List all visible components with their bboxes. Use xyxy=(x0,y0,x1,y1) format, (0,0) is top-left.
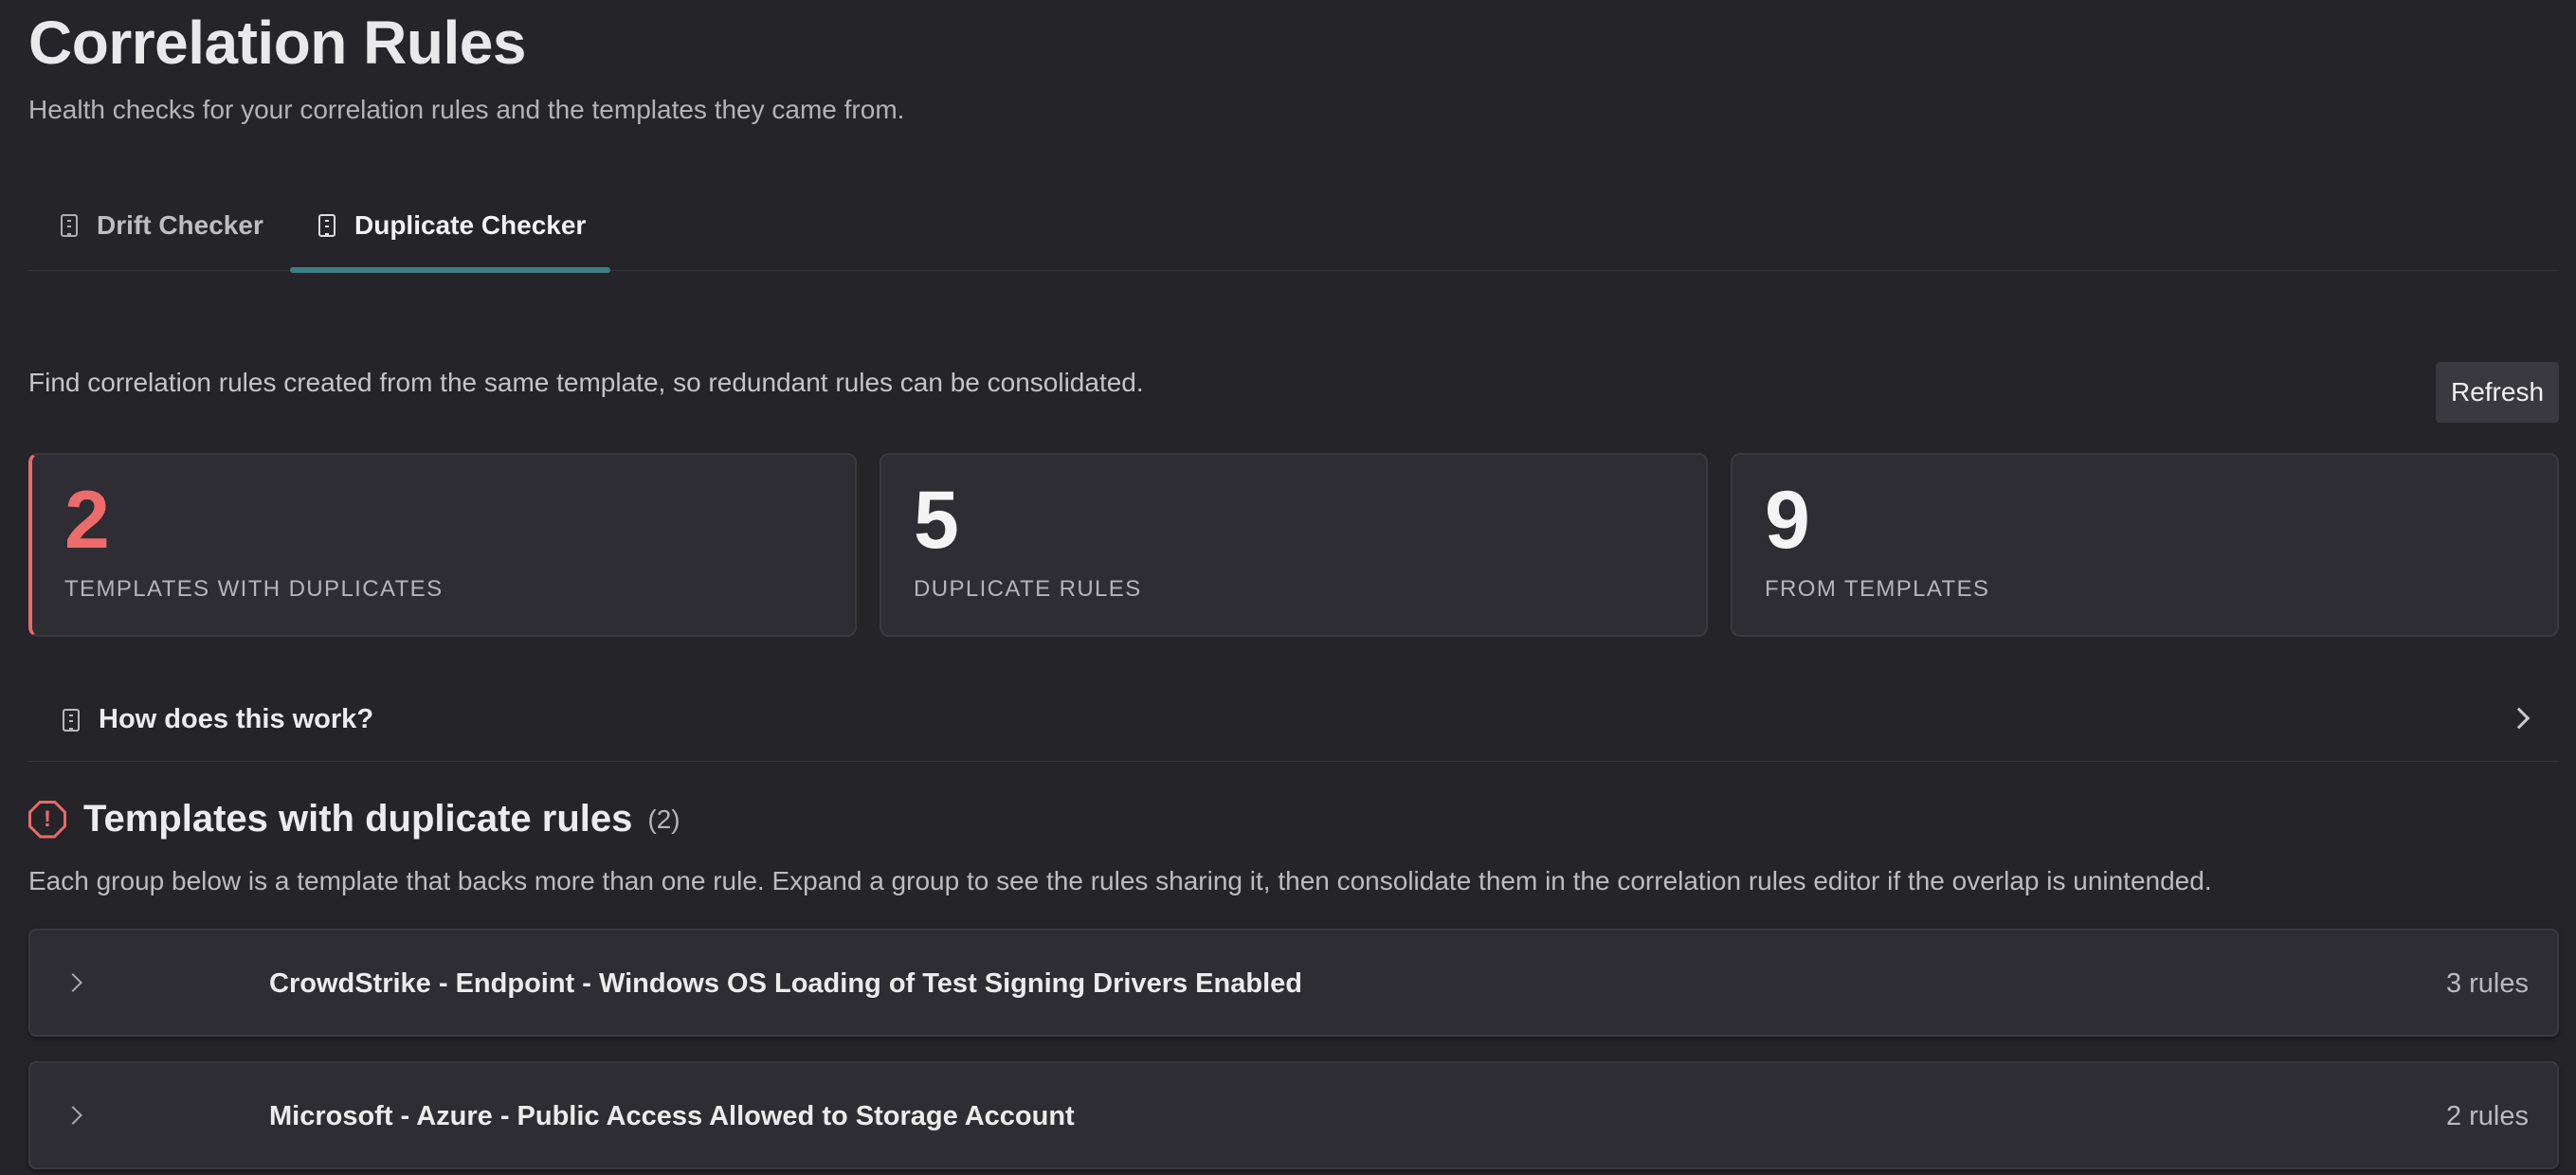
tab-label: Drift Checker xyxy=(97,210,263,240)
document-icon xyxy=(61,214,78,237)
document-icon xyxy=(318,214,336,237)
rule-count: 2 rules xyxy=(2445,1101,2529,1131)
template-group-row[interactable]: Microsoft - Azure - Public Access Allowe… xyxy=(28,1061,2559,1169)
alert-octagon-icon: ! xyxy=(28,800,66,839)
tab-duplicate-checker[interactable]: Duplicate Checker xyxy=(289,180,611,273)
section-count: (2) xyxy=(647,804,680,834)
stat-card-duplicate-rules: 5 DUPLICATE RULES xyxy=(880,453,1708,637)
stat-value: 9 xyxy=(1765,475,1810,566)
template-group-row[interactable]: CrowdStrike - Endpoint - Windows OS Load… xyxy=(28,929,2559,1037)
document-icon xyxy=(63,708,80,732)
chevron-right-icon[interactable] xyxy=(63,1106,82,1125)
page-subtitle: Health checks for your correlation rules… xyxy=(28,95,905,124)
stat-value: 2 xyxy=(64,475,110,566)
section-title: Templates with duplicate rules xyxy=(83,798,633,840)
page-title: Correlation Rules xyxy=(28,9,526,77)
tab-bar: Drift Checker Duplicate Checker xyxy=(28,180,2559,273)
section-description: Each group below is a template that back… xyxy=(28,866,2212,895)
intro-text: Find correlation rules created from the … xyxy=(28,368,1144,397)
template-name: CrowdStrike - Endpoint - Windows OS Load… xyxy=(269,968,1302,999)
rule-count: 3 rules xyxy=(2445,968,2529,999)
page: Correlation Rules Health checks for your… xyxy=(0,0,2576,1175)
chevron-right-icon[interactable] xyxy=(63,973,82,992)
stat-card-from-templates: 9 FROM TEMPLATES xyxy=(1731,453,2559,637)
refresh-button[interactable]: Refresh xyxy=(2436,362,2559,423)
tab-drift-checker[interactable]: Drift Checker xyxy=(61,180,263,271)
tab-label: Duplicate Checker xyxy=(354,210,587,240)
stat-card-templates-with-duplicates: 2 TEMPLATES WITH DUPLICATES xyxy=(28,453,857,637)
accordion-label: How does this work? xyxy=(99,704,374,734)
section-header: ! Templates with duplicate rules (2) xyxy=(28,798,680,841)
stat-value: 5 xyxy=(914,475,959,566)
template-name: Microsoft - Azure - Public Access Allowe… xyxy=(269,1101,1075,1131)
how-does-this-work-accordion[interactable]: How does this work? xyxy=(28,678,2559,762)
stat-label: FROM TEMPLATES xyxy=(1765,576,1990,602)
chevron-right-icon xyxy=(2508,707,2531,730)
stat-label: DUPLICATE RULES xyxy=(914,576,1142,602)
stat-label: TEMPLATES WITH DUPLICATES xyxy=(64,576,444,602)
